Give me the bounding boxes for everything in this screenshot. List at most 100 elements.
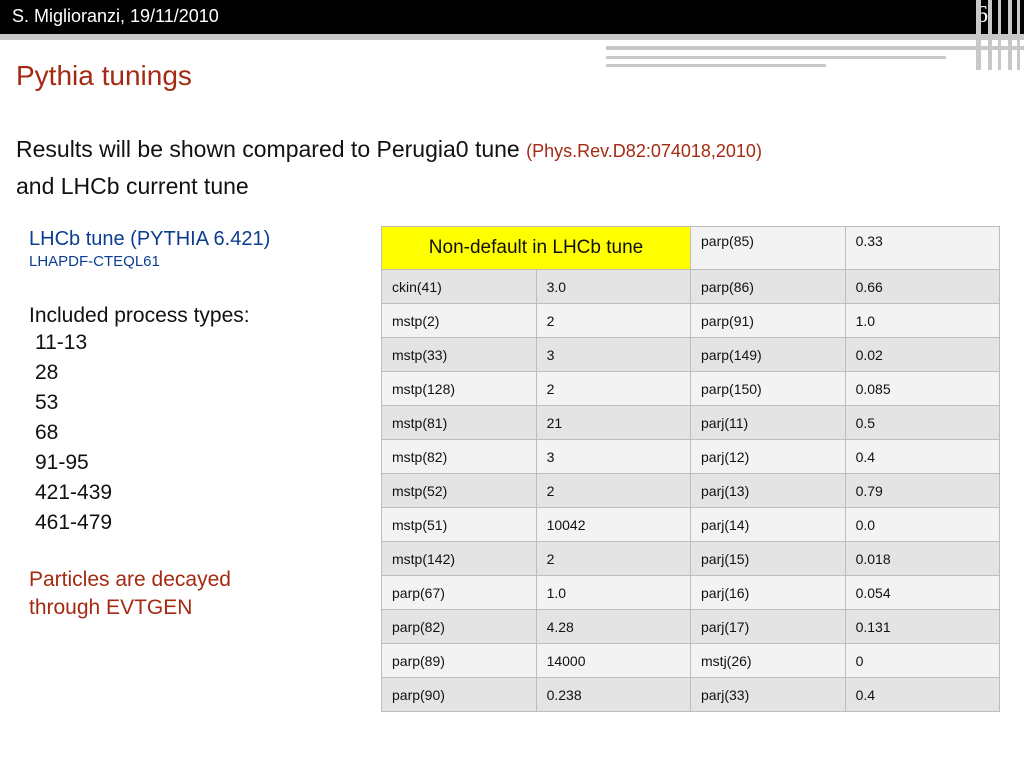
table-cell: parp(67) xyxy=(381,575,537,610)
process-type: 91-95 xyxy=(35,451,89,474)
table-cell: parp(149) xyxy=(690,337,846,372)
table-row: parp(67) 1.0 parj(16) 0.054 xyxy=(381,575,1001,610)
decor-stripe xyxy=(606,64,826,67)
decay-line-1: Particles are decayed xyxy=(29,568,231,591)
author-date: S. Miglioranzi, 19/11/2010 xyxy=(12,6,219,26)
table-cell: mstp(52) xyxy=(381,473,537,508)
table-row: mstp(52) 2 parj(13) 0.79 xyxy=(381,473,1001,508)
table-cell: mstp(81) xyxy=(381,405,537,440)
table-cell: 3 xyxy=(535,439,692,474)
table-cell: parj(16) xyxy=(690,575,846,610)
table-cell: mstp(128) xyxy=(381,371,537,406)
decay-note: Particles are decayed through EVTGEN xyxy=(29,566,359,622)
process-type: 461-479 xyxy=(35,511,113,534)
table-cell: mstp(33) xyxy=(381,337,537,372)
decor-stripe xyxy=(988,0,992,70)
table-cell: 0.66 xyxy=(844,269,1001,304)
process-type: 53 xyxy=(35,391,59,414)
table-cell: parp(90) xyxy=(381,677,537,712)
decor-stripe xyxy=(0,34,1024,40)
table-cell: 1.0 xyxy=(535,575,692,610)
pdf-name: LHAPDF-CTEQL61 xyxy=(29,253,160,270)
table-row: parp(82) 4.28 parj(17) 0.131 xyxy=(381,609,1001,644)
table-header-row: Non-default in LHCb tune parp(85) 0.33 xyxy=(380,226,1001,270)
process-type: 11-13 xyxy=(35,331,88,354)
table-cell: parp(91) xyxy=(690,303,846,338)
process-type: 421-439 xyxy=(35,481,113,504)
table-cell: 2 xyxy=(535,303,692,338)
table-cell: 10042 xyxy=(535,507,692,542)
table-cell: mstj(26) xyxy=(690,643,846,678)
table-cell: 3.0 xyxy=(535,269,692,304)
table-cell: 0 xyxy=(844,643,1001,678)
intro-text: Results will be shown compared to Perugi… xyxy=(16,132,996,204)
table-row: mstp(142) 2 parj(15) 0.018 xyxy=(381,541,1001,576)
table-cell: mstp(2) xyxy=(381,303,537,338)
table-cell: parp(85) xyxy=(690,226,846,270)
table-cell: parj(14) xyxy=(690,507,846,542)
decor-stripe xyxy=(976,0,981,70)
table-cell: mstp(51) xyxy=(381,507,537,542)
table-cell: parj(11) xyxy=(690,405,846,440)
intro-line-2: and LHCb current tune xyxy=(16,173,249,199)
decor-stripe xyxy=(606,56,946,59)
table-cell: parj(12) xyxy=(690,439,846,474)
table-cell: 1.0 xyxy=(844,303,1001,338)
decor-stripe xyxy=(1017,0,1020,70)
table-row: parp(90) 0.238 parj(33) 0.4 xyxy=(381,677,1001,712)
table-cell: ckin(41) xyxy=(381,269,537,304)
table-cell: 0.131 xyxy=(844,609,1001,644)
decay-line-2: through EVTGEN xyxy=(29,596,193,619)
table-row: mstp(81) 21 parj(11) 0.5 xyxy=(381,405,1001,440)
table-row: mstp(33) 3 parp(149) 0.02 xyxy=(381,337,1001,372)
intro-line-1: Results will be shown compared to Perugi… xyxy=(16,136,520,162)
decor-stripe xyxy=(1008,0,1012,70)
slide-header-bar: S. Miglioranzi, 19/11/2010 6 xyxy=(0,0,1024,34)
table-cell: 0.085 xyxy=(844,371,1001,406)
table-cell: parj(15) xyxy=(690,541,846,576)
table-cell: 0.0 xyxy=(844,507,1001,542)
table-cell: 0.4 xyxy=(844,439,1001,474)
table-cell: 0.018 xyxy=(844,541,1001,576)
decor-stripe xyxy=(998,0,1001,70)
table-cell: 0.79 xyxy=(844,473,1001,508)
table-cell: 0.238 xyxy=(535,677,692,712)
process-type: 28 xyxy=(35,361,59,384)
table-cell: 0.02 xyxy=(844,337,1001,372)
table-cell: 21 xyxy=(535,405,692,440)
table-row: ckin(41) 3.0 parp(86) 0.66 xyxy=(381,269,1001,304)
table-row: parp(89) 14000 mstj(26) 0 xyxy=(381,643,1001,678)
slide-title: Pythia tunings xyxy=(16,60,192,91)
table-cell: parp(86) xyxy=(690,269,846,304)
table-cell: parp(89) xyxy=(381,643,537,678)
table-cell: 2 xyxy=(535,371,692,406)
tune-info: LHCb tune (PYTHIA 6.421) LHAPDF-CTEQL61 … xyxy=(29,228,359,622)
table-cell: parp(82) xyxy=(381,609,537,644)
table-cell: 2 xyxy=(535,541,692,576)
table-cell: mstp(82) xyxy=(381,439,537,474)
reference: (Phys.Rev.D82:074018,2010) xyxy=(526,141,762,161)
table-row: mstp(51) 10042 parj(14) 0.0 xyxy=(381,507,1001,542)
table-cell: 3 xyxy=(535,337,692,372)
table-row: mstp(82) 3 parj(12) 0.4 xyxy=(381,439,1001,474)
tune-parameters-table: Non-default in LHCb tune parp(85) 0.33 c… xyxy=(380,226,1001,712)
table-cell: parp(150) xyxy=(690,371,846,406)
decor-stripe xyxy=(606,46,1024,50)
table-cell: parj(17) xyxy=(690,609,846,644)
tune-name: LHCb tune (PYTHIA 6.421) xyxy=(29,228,271,250)
table-cell: mstp(142) xyxy=(381,541,537,576)
table-cell: 0.5 xyxy=(844,405,1001,440)
process-types-title: Included process types: xyxy=(29,304,250,327)
table-cell: 4.28 xyxy=(535,609,692,644)
table-row: mstp(128) 2 parp(150) 0.085 xyxy=(381,371,1001,406)
table-cell: 0.33 xyxy=(844,226,1001,270)
table-cell: 0.4 xyxy=(844,677,1001,712)
table-header-label: Non-default in LHCb tune xyxy=(380,226,692,270)
table-cell: parj(13) xyxy=(690,473,846,508)
table-cell: 0.054 xyxy=(844,575,1001,610)
table-row: mstp(2) 2 parp(91) 1.0 xyxy=(381,303,1001,338)
table-cell: parj(33) xyxy=(690,677,846,712)
table-cell: 2 xyxy=(535,473,692,508)
process-type: 68 xyxy=(35,421,59,444)
table-cell: 14000 xyxy=(535,643,692,678)
